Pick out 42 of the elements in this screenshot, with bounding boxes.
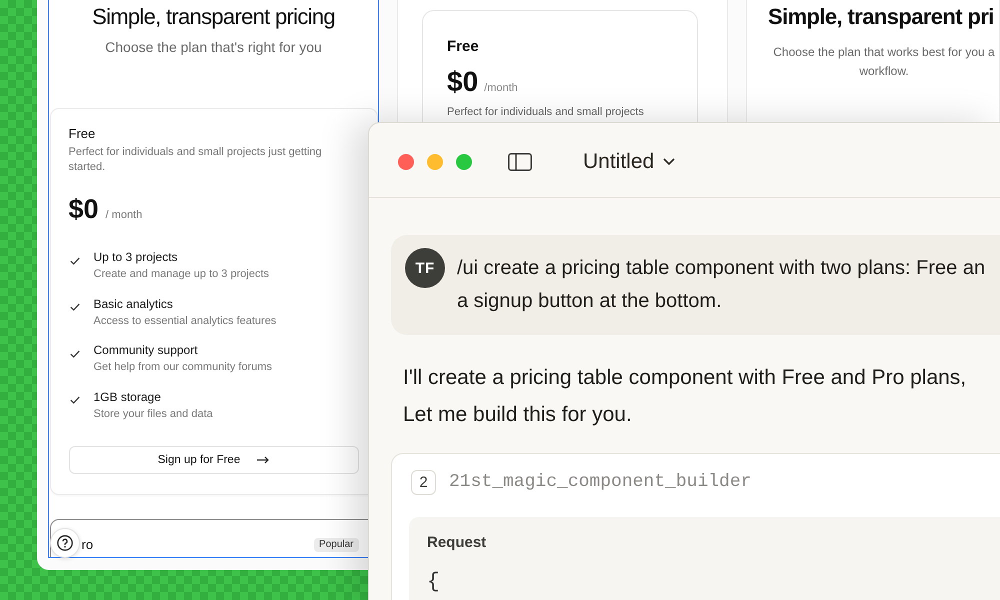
close-button[interactable] bbox=[398, 154, 414, 170]
arrow-right-icon bbox=[257, 456, 270, 464]
feature-title: Up to 3 projects bbox=[94, 250, 179, 265]
signup-button[interactable]: Sign up for Free bbox=[68, 446, 358, 474]
plan-price: $0 bbox=[447, 66, 478, 98]
plan-name: Free bbox=[447, 38, 480, 56]
page-heading: Simple, transparent pri bbox=[768, 3, 995, 31]
code-text: { bbox=[427, 571, 441, 595]
plan-price: $0 bbox=[68, 193, 99, 225]
user-avatar: TF bbox=[405, 248, 445, 288]
page-heading: Simple, transparent pricing bbox=[91, 3, 336, 31]
feature-description: Store your files and data bbox=[94, 406, 213, 420]
feature-title: Basic analytics bbox=[94, 296, 174, 312]
check-icon bbox=[70, 256, 80, 264]
page-subheading: Choose the plan that's right for you bbox=[104, 38, 323, 56]
check-icon bbox=[70, 303, 80, 311]
feature-description: Get help from our community forums bbox=[94, 360, 272, 374]
chevron-down-icon bbox=[663, 158, 676, 165]
step-number: 2 bbox=[411, 470, 436, 495]
zoom-button[interactable] bbox=[456, 154, 472, 170]
feature-title: Community support bbox=[94, 343, 199, 358]
plan-name: ro bbox=[82, 536, 94, 552]
price-period: /month bbox=[484, 82, 518, 94]
price-period: / month bbox=[106, 209, 142, 221]
plan-name: Free bbox=[68, 126, 96, 142]
sidebar-toggle-icon[interactable] bbox=[508, 152, 532, 170]
request-label: Request bbox=[427, 534, 488, 552]
check-icon bbox=[70, 396, 80, 404]
assistant-message-text: I'll create a pricing table component with Free and Pro plans, Let me build this for you. bbox=[403, 365, 968, 428]
check-icon bbox=[70, 350, 80, 358]
help-icon bbox=[57, 535, 73, 551]
feature-title: 1GB storage bbox=[94, 390, 162, 404]
feature-description: Create and manage up to 3 projects bbox=[94, 267, 270, 281]
tool-name: 21st_magic_component_builder bbox=[449, 471, 752, 494]
page-subheading: Choose the plan that works best for you a workflow. bbox=[772, 44, 996, 80]
user-message-text: /ui create a pricing table component with two plans: Free an a signup button at the bottom. bbox=[457, 256, 986, 314]
plan-description: Perfect for individuals and small projects bbox=[447, 105, 645, 119]
popular-badge: Popular bbox=[314, 538, 358, 552]
plan-description: Perfect for individuals and small projects just getting started. bbox=[68, 145, 323, 175]
feature-description: Access to essential analytics features bbox=[94, 314, 276, 328]
title-menu-button[interactable]: Untitled bbox=[583, 150, 676, 174]
minimize-button[interactable] bbox=[427, 154, 443, 170]
